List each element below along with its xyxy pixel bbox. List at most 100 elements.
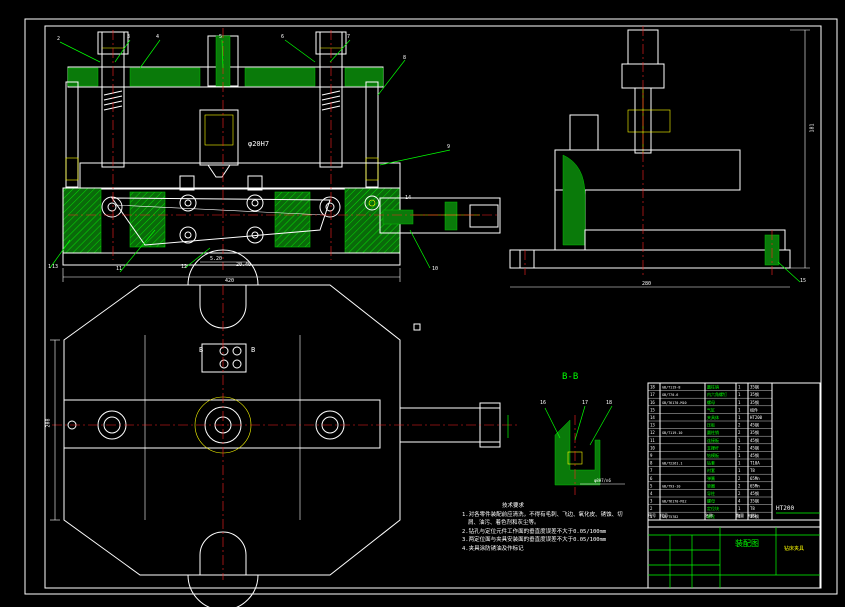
bom-cell: GB/T6170-M10: [662, 401, 687, 405]
bom-header: 序号 代号 名称 数量 材料: [648, 513, 772, 520]
section-dim: φ8H7/n6: [594, 478, 611, 483]
technical-notes: 技术要求 1.对各零件装配前应清洗，不得有毛刺、飞边、氧化皮、锈蚀、切 屑、油污…: [462, 502, 637, 553]
section-b-b: [544, 405, 625, 495]
bom-cell: 螺母: [707, 399, 715, 405]
cad-drawing-sheet: 18 GB/T119-8 圆柱销 1 35钢 17 GB/T70-6 内六角螺钉 1 35钢 16 G…: [0, 0, 845, 607]
bom-rows: 18 GB/T119-8 圆柱销 1 35钢17 GB/T70-6 内六角螺钉 1 35钢16 G…: [648, 384, 772, 520]
bom-cell: 45钢: [750, 490, 759, 496]
bom-cell: 45钢: [750, 444, 759, 450]
bom-cell: 4: [650, 491, 653, 496]
leader-number: 12: [181, 264, 188, 270]
bom-cell: T10A: [750, 461, 760, 466]
bom-cell: 4: [738, 499, 741, 504]
notes-line-2: 屑、油污、着色剂和灰尘等。: [468, 520, 540, 526]
bom-cell: 2: [738, 423, 741, 428]
notes-line-3: 2.钻孔与定位元件工作面的垂直度误差不大于0.05/100mm: [462, 528, 607, 535]
bom-cell: 1: [738, 438, 741, 443]
bom-cell: 17: [650, 392, 655, 397]
bom-cell: 垫圈: [707, 482, 715, 488]
bom-cell: 65Mn: [750, 483, 760, 488]
bom-header-cell: 材料: [748, 513, 756, 518]
bom-cell: 组件: [750, 406, 758, 412]
bom-cell: 5: [650, 483, 653, 488]
bom-cell: 2: [738, 430, 741, 435]
part-name: 钻床夹具: [784, 546, 805, 552]
bom-cell: 内六角螺钉: [707, 391, 727, 397]
side-width-dim: 280: [642, 281, 652, 287]
bom-cell: 1: [738, 468, 741, 473]
bom-cell: 1: [738, 453, 741, 458]
bom-cell: 压板: [707, 422, 715, 428]
leader-number: 15: [800, 278, 807, 284]
leader-number: 2: [57, 36, 61, 42]
section-title: B-B: [562, 372, 579, 382]
bom-cell: 1: [738, 461, 741, 466]
bom-cell: 10: [650, 445, 655, 450]
bom-cell: 2: [738, 445, 741, 450]
bom-cell: 气缸: [707, 406, 715, 412]
plan-view: [50, 249, 520, 607]
leader-number: 8: [403, 55, 407, 61]
leader-number: 5: [219, 34, 223, 40]
bom-cell: 35钢: [750, 498, 759, 504]
bom-cell: 16: [650, 400, 655, 405]
notes-line-1: 1.对各零件装配前应清洗，不得有毛刺、飞边、氧化皮、锈蚀、切: [462, 511, 623, 518]
bom-cell: 1: [738, 392, 741, 397]
bom-cell: 35钢: [750, 384, 759, 390]
bom-cell: 螺母: [707, 498, 715, 504]
drawing-name: 装配图: [735, 539, 759, 548]
bom-cell: 1: [738, 506, 741, 511]
plan-height-dim: 208: [45, 418, 52, 428]
bom-cell: 15: [650, 407, 655, 412]
leader-number: 3: [127, 34, 131, 40]
leader-number: 7: [347, 34, 351, 40]
bom-cell: 45钢: [750, 437, 759, 443]
bom-cell: 2: [738, 491, 741, 496]
bom-cell: 1: [738, 400, 741, 405]
bom-cell: GB/T119-8: [662, 386, 680, 390]
bom-cell: 导柱: [707, 490, 715, 496]
bom-cell: 8: [650, 461, 653, 466]
leader-number: 6: [281, 34, 285, 40]
side-view: [509, 26, 810, 288]
view-marker-left: B: [199, 346, 204, 354]
mid-dim-a: 5.20: [210, 256, 223, 262]
notes-line-4: 3.两定位面与夹具安装面的垂直度误差不大于0.05/100mm: [462, 537, 607, 543]
bom-cell: 钻套: [707, 460, 715, 466]
leader-number: 4: [156, 34, 160, 40]
bom-cell: 35钢: [750, 399, 759, 405]
leader-number: 11: [116, 266, 123, 272]
bom-cell: GB/T6170-M12: [662, 500, 687, 504]
notes-line-5: 4.夹具涂防锈油及作标记: [462, 545, 524, 552]
bom-cell: 35钢: [750, 429, 759, 435]
bom-cell: 14: [650, 415, 655, 420]
notes-title: 技术要求: [502, 503, 525, 509]
bom-cell: 钻模板: [707, 452, 719, 458]
bom-cell: GB/T119-10: [662, 431, 682, 435]
bom-cell: 连接板: [707, 437, 719, 443]
bom-cell: 支撑杆: [707, 444, 719, 450]
bom-cell: 6: [650, 476, 653, 481]
bom-cell: T8: [750, 468, 755, 473]
bom-cell: 45钢: [750, 452, 759, 458]
leader-number: 9: [447, 144, 451, 150]
leader-number: 10: [432, 266, 439, 272]
bom-cell: 1: [738, 415, 741, 420]
bom-cell: T8: [750, 506, 755, 511]
bom-cell: GB/T93-10: [662, 484, 680, 488]
bom-cell: 35钢: [750, 391, 759, 397]
view-marker-right: B: [251, 346, 256, 354]
bom-cell: 弹簧: [707, 475, 715, 481]
bom-cell: 9: [650, 453, 653, 458]
diameter-dim: φ20H7: [248, 140, 270, 148]
bom-header-cell: 序号: [648, 513, 656, 518]
bom-header-cell: 数量: [736, 513, 744, 518]
bom-cell: 夹具体: [707, 414, 719, 420]
bom-cell: HT200: [750, 415, 763, 420]
front-view: [49, 28, 501, 282]
bom-cell: 衬套: [707, 467, 715, 473]
bom-cell: 13: [650, 423, 655, 428]
bom-header-cell: 名称: [705, 513, 713, 518]
bom-cell: 18: [650, 385, 655, 390]
bom-cell: 圆柱销: [707, 429, 719, 435]
